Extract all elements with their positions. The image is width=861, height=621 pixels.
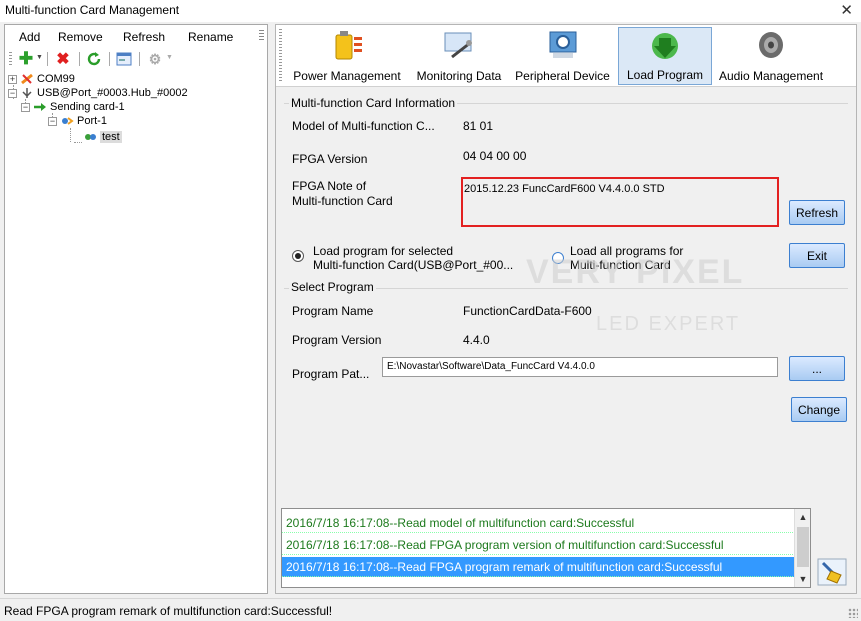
status-text: Read FPGA program remark of multifunctio…	[4, 604, 333, 618]
change-button[interactable]: Change	[791, 397, 847, 422]
model-label: Model of Multi-function C...	[292, 119, 435, 133]
fpga-note-value: 2015.12.23 FuncCardF600 V4.4.0.0 STD	[464, 183, 665, 195]
resize-grip-icon[interactable]	[848, 608, 858, 618]
tree-node-sending-card[interactable]: − Sending card-1	[21, 101, 125, 113]
tree-node-label: COM99	[37, 73, 75, 85]
tab-audio-management[interactable]: Audio Management	[714, 27, 828, 85]
program-path-label: Program Pat...	[292, 367, 370, 381]
monitor-icon	[444, 32, 472, 59]
program-version-label: Program Version	[292, 333, 382, 347]
tab-bar: Power Management Monitoring Data Periphe…	[276, 25, 856, 87]
speaker-icon	[759, 32, 783, 58]
tree-node-usb[interactable]: − USB@Port_#0003.Hub_#0002	[8, 87, 188, 99]
broom-icon[interactable]	[817, 557, 847, 587]
com-port-icon	[20, 73, 34, 85]
chevron-down-icon[interactable]: ▼	[166, 54, 173, 61]
refresh-icon[interactable]	[85, 50, 103, 68]
download-arrow-icon	[652, 33, 678, 59]
collapse-icon[interactable]: −	[48, 116, 57, 126]
device-icon	[549, 31, 576, 58]
arrow-right-icon	[33, 101, 47, 113]
chevron-down-icon[interactable]: ▼	[36, 54, 43, 61]
menu-remove[interactable]: Remove	[58, 30, 103, 44]
fpga-note-label: FPGA Note of	[292, 179, 367, 193]
toolbar-separator	[109, 52, 110, 66]
tree-node-test[interactable]: test	[83, 131, 122, 143]
scroll-down-icon[interactable]: ▼	[795, 571, 810, 587]
toolbar-separator	[139, 52, 140, 66]
delete-icon[interactable]: ✖	[54, 50, 72, 68]
tab-bar-grip	[279, 29, 282, 81]
menu-rename[interactable]: Rename	[188, 30, 233, 44]
refresh-button[interactable]: Refresh	[789, 200, 845, 225]
multifunction-card-icon	[83, 131, 97, 143]
expand-icon[interactable]: +	[8, 74, 17, 84]
exit-button[interactable]: Exit	[789, 243, 845, 268]
log-entry[interactable]: 2016/7/18 16:17:08--Read model of multif…	[282, 513, 797, 533]
fpga-note-field: 2015.12.23 FuncCardF600 V4.4.0.0 STD	[461, 177, 779, 227]
log-scrollbar[interactable]: ▲ ▼	[794, 509, 810, 587]
tab-label: Load Program	[626, 68, 704, 82]
scroll-up-icon[interactable]: ▲	[795, 509, 810, 525]
scroll-thumb[interactable]	[797, 527, 809, 567]
watermark-tagline: LED EXPERT	[596, 313, 741, 335]
right-panel: Power Management Monitoring Data Periphe…	[275, 24, 857, 594]
tree-node-label: USB@Port_#0003.Hub_#0002	[37, 87, 188, 99]
program-version-value: 4.4.0	[463, 333, 490, 347]
load-selected-label-2: Multi-function Card(USB@Port_#00...	[313, 258, 514, 272]
tree-node-port[interactable]: − Port-1	[48, 115, 107, 127]
menu-add[interactable]: Add	[19, 30, 40, 44]
info-group-title: Multi-function Card Information	[289, 96, 458, 110]
status-bar: Read FPGA program remark of multifunctio…	[0, 598, 861, 621]
tab-label: Power Management	[293, 69, 401, 83]
tab-power-management[interactable]: Power Management	[286, 27, 408, 85]
title-bar: Multi-function Card Management ✕	[0, 0, 861, 22]
tree-node-label: Port-1	[77, 115, 107, 127]
watermark-brand: VERY PIXEL	[526, 253, 745, 291]
menu-overflow-grip[interactable]	[259, 30, 264, 41]
battery-icon	[335, 31, 362, 60]
tab-label: Monitoring Data	[416, 69, 502, 83]
tab-label: Audio Management	[718, 69, 824, 83]
toolbar-separator	[79, 52, 80, 66]
program-name-value: FunctionCardData-F600	[463, 304, 592, 318]
fpga-note-label-2: Multi-function Card	[292, 194, 393, 208]
log-list[interactable]: 2016/7/18 16:17:08--Read model of multif…	[281, 508, 811, 588]
window-title: Multi-function Card Management	[5, 3, 180, 17]
add-icon[interactable]: ✚	[17, 49, 35, 68]
model-value: 81 01	[463, 119, 494, 133]
usb-icon	[20, 87, 34, 99]
port-icon	[60, 115, 74, 127]
collapse-icon[interactable]: −	[8, 88, 17, 98]
tree-node-com99[interactable]: + COM99	[8, 73, 75, 85]
tree-node-label: test	[100, 131, 122, 143]
menu-bar: Add Remove Refresh Rename	[5, 25, 267, 47]
fpga-version-label: FPGA Version	[292, 152, 368, 166]
toolbar-separator	[47, 52, 48, 66]
fpga-version-value: 04 04 00 00	[463, 149, 527, 163]
tab-monitoring-data[interactable]: Monitoring Data	[411, 27, 507, 85]
program-path-field[interactable]: E:\Novastar\Software\Data_FuncCard V4.4.…	[382, 357, 778, 377]
program-name-label: Program Name	[292, 304, 374, 318]
collapse-icon[interactable]: −	[21, 102, 30, 112]
settings-icon[interactable]: ⚙	[146, 50, 164, 68]
log-entry[interactable]: 2016/7/18 16:17:08--Read FPGA program ve…	[282, 535, 797, 555]
browse-button[interactable]: ...	[789, 356, 845, 381]
left-panel: Add Remove Refresh Rename ✚ ▼ ✖ ⚙ ▼ + CO…	[4, 24, 268, 594]
menu-refresh[interactable]: Refresh	[123, 30, 165, 44]
toolbar-grip	[9, 52, 12, 66]
load-selected-radio[interactable]	[292, 250, 304, 262]
card-icon[interactable]	[115, 50, 133, 68]
close-icon[interactable]: ✕	[840, 1, 853, 19]
log-entry-selected[interactable]: 2016/7/18 16:17:08--Read FPGA program re…	[282, 557, 797, 577]
tree-node-label: Sending card-1	[50, 101, 125, 113]
tab-label: Peripheral Device	[515, 69, 610, 83]
tab-load-program[interactable]: Load Program	[618, 27, 712, 85]
program-group-title: Select Program	[289, 280, 376, 294]
tab-peripheral-device[interactable]: Peripheral Device	[511, 27, 614, 85]
load-selected-label: Load program for selected	[313, 244, 454, 258]
toolbar: ✚ ▼ ✖ ⚙ ▼	[5, 48, 267, 70]
